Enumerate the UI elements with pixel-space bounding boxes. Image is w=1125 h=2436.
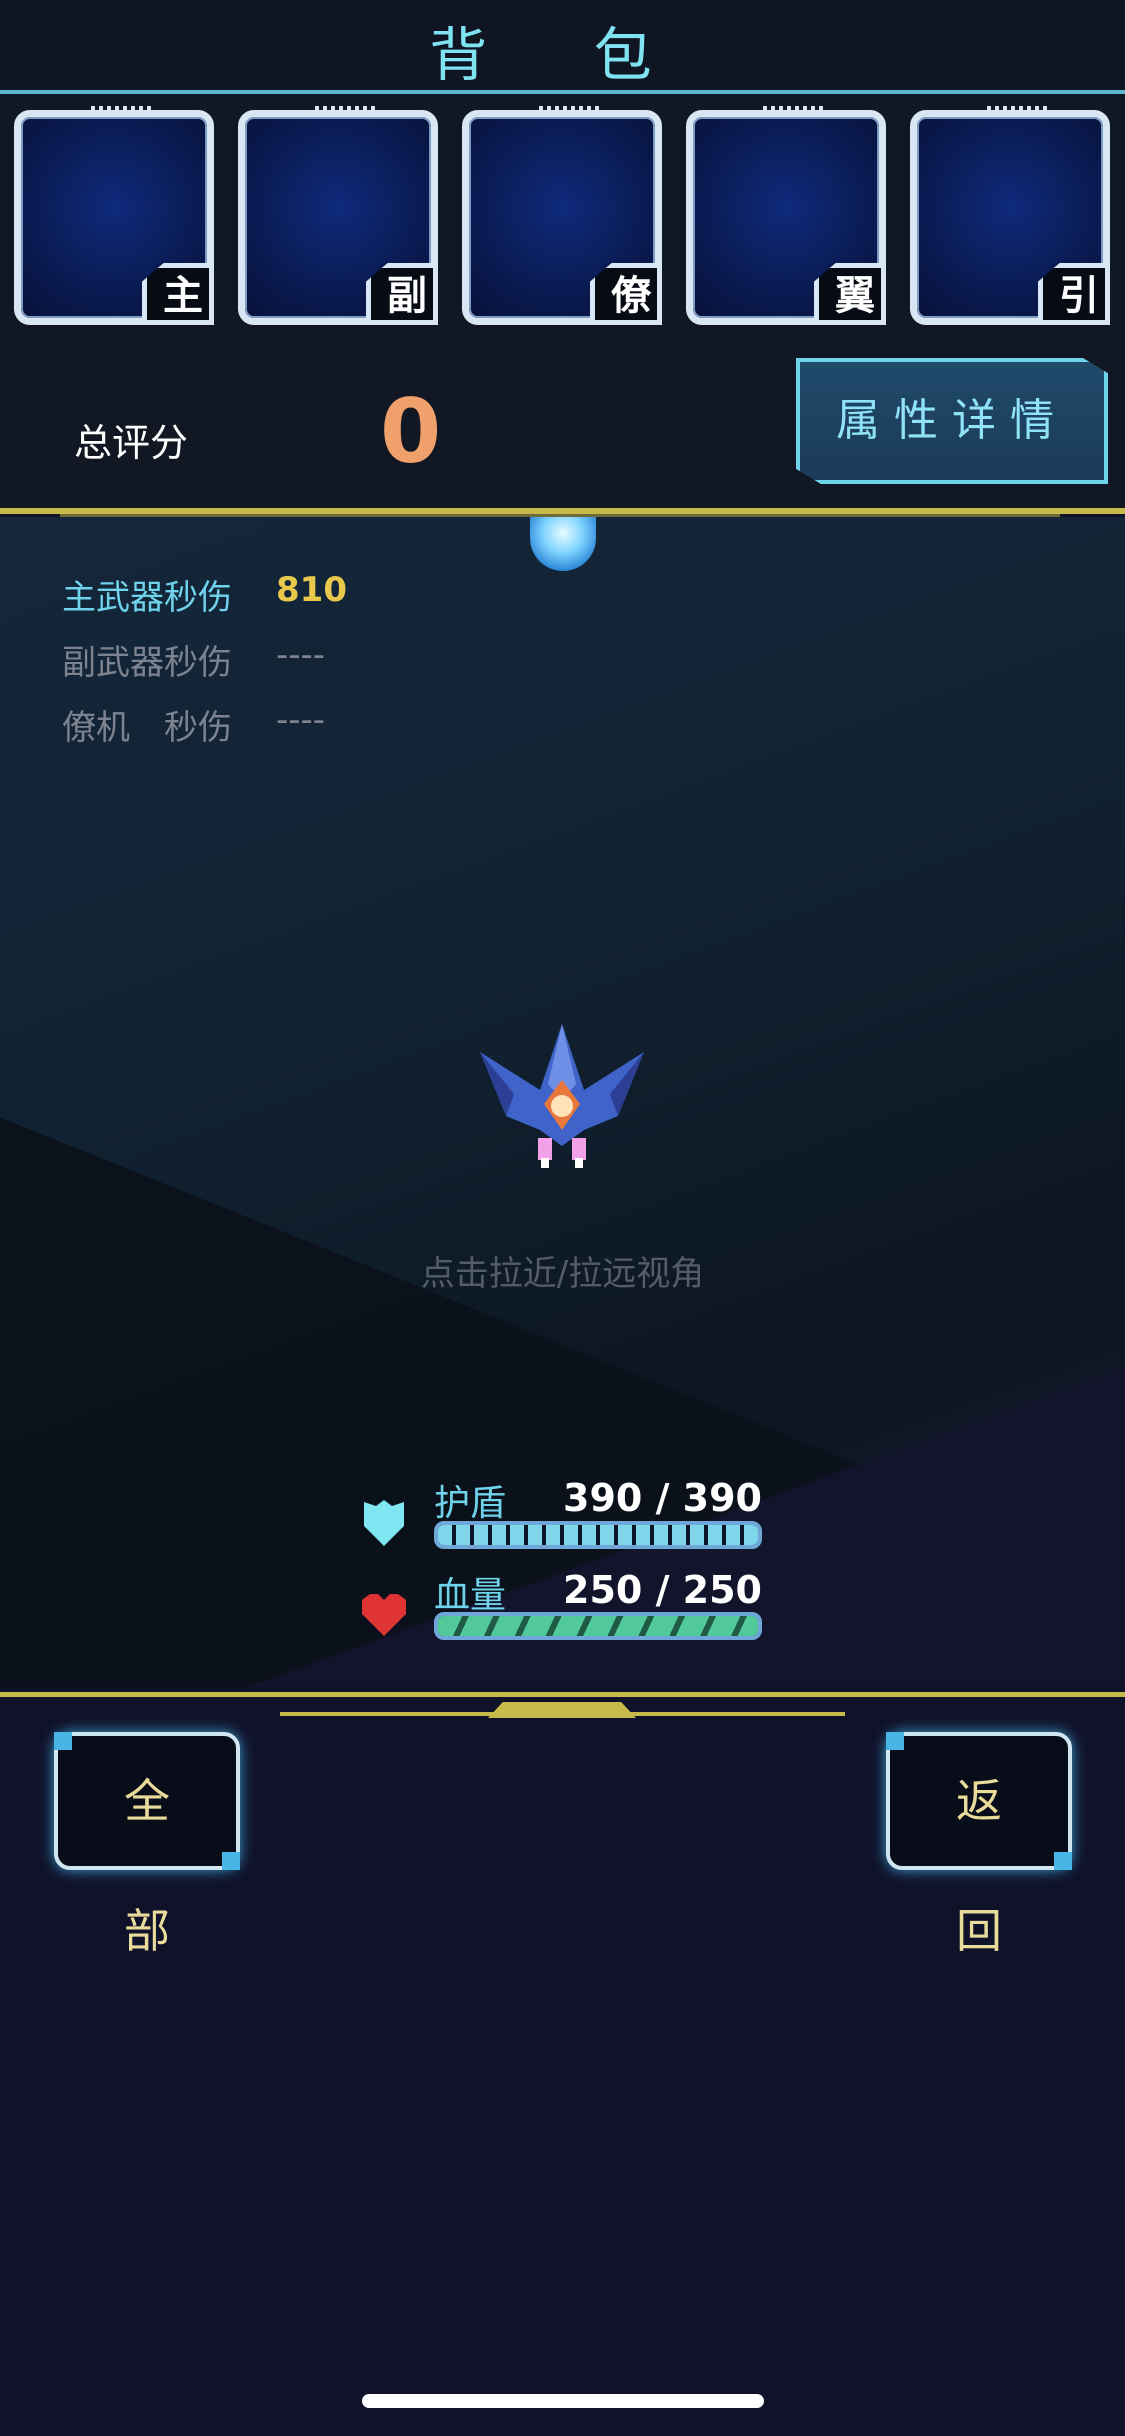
slot-tag: 翼 — [814, 263, 886, 325]
stat-label-sub-dps: 副武器秒伤 — [62, 643, 232, 683]
zoom-hint: 点击拉近/拉远视角 — [420, 1254, 705, 1294]
hp-bar-fill — [438, 1616, 758, 1636]
slot-sub-weapon[interactable]: 副 — [238, 106, 438, 325]
stat-label-main-dps: 主武器秒伤 — [62, 578, 232, 618]
bottom-gold-divider — [0, 1692, 1125, 1697]
heart-icon — [362, 1594, 406, 1636]
hp-value: 250 / 250 — [563, 1568, 762, 1612]
slot-wing[interactable]: 翼 — [686, 106, 886, 325]
button-corner-accent — [222, 1852, 240, 1870]
stat-value-main-dps: 810 — [276, 570, 347, 610]
slot-notch — [539, 106, 599, 113]
button-corner-accent — [886, 1732, 904, 1750]
score-label: 总评分 — [74, 421, 189, 465]
stat-label-wingman-dps: 僚机 秒伤 — [62, 708, 232, 748]
slot-notch — [91, 106, 151, 113]
back-button[interactable]: 返回 — [886, 1732, 1072, 1958]
home-indicator[interactable] — [362, 2394, 764, 2408]
slot-tag: 引 — [1038, 263, 1110, 325]
slot-engine[interactable]: 引 — [910, 106, 1110, 325]
stat-value-sub-dps: ---- — [276, 635, 326, 675]
hp-bar — [434, 1612, 762, 1640]
slot-main-weapon[interactable]: 主 — [14, 106, 214, 325]
stat-value-wingman-dps: ---- — [276, 700, 326, 740]
slot-notch — [315, 106, 375, 113]
shield-label: 护盾 — [434, 1483, 507, 1524]
button-corner-accent — [1054, 1852, 1072, 1870]
page-title: 背 包 — [429, 21, 696, 89]
all-button[interactable]: 全部 — [54, 1732, 240, 1958]
slot-tag: 主 — [142, 263, 214, 325]
attribute-detail-button[interactable]: 属性详情 — [796, 358, 1108, 484]
hp-label: 血量 — [434, 1575, 507, 1616]
score-value: 0 — [380, 380, 442, 483]
slot-notch — [763, 106, 823, 113]
slot-notch — [987, 106, 1047, 113]
button-corner-accent — [54, 1732, 72, 1750]
slot-tag: 僚 — [590, 263, 662, 325]
shield-bar-fill — [438, 1525, 758, 1545]
slot-tag: 副 — [366, 263, 438, 325]
shield-icon — [364, 1500, 404, 1546]
shield-bar — [434, 1521, 762, 1549]
shield-value: 390 / 390 — [563, 1476, 762, 1520]
bottom-gold-tab — [488, 1702, 636, 1718]
spaceship-icon[interactable] — [470, 1020, 654, 1180]
slot-wingman[interactable]: 僚 — [462, 106, 662, 325]
